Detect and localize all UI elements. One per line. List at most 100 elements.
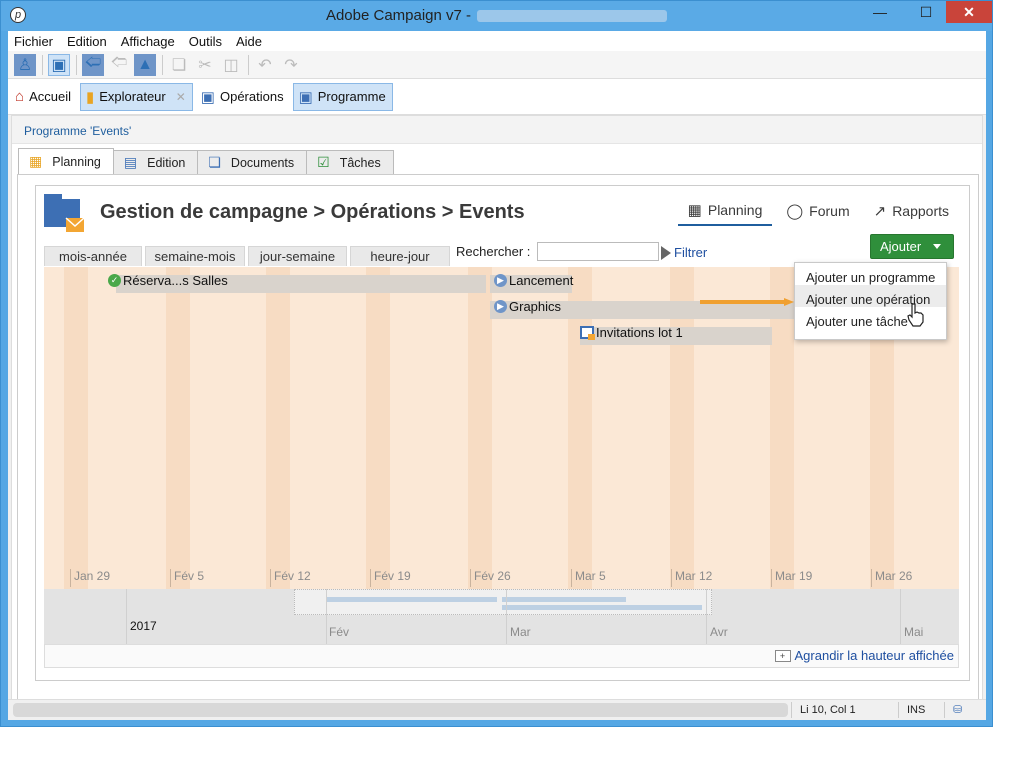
date-tick: Fév 12 [270,569,311,587]
edit-form-icon: ▤ [123,154,138,170]
view-tab-forum[interactable]: ◯ Forum [776,196,859,226]
cut-icon[interactable]: ✂ [194,54,216,76]
home-icon: ⌂ [15,88,25,105]
program-icon: ▣ [298,88,313,106]
menu-item-add-program[interactable]: Ajouter un programme [795,263,946,285]
tab-label: Documents [230,155,295,170]
operation-icon: ▣ [200,88,215,106]
timeline-divider [126,589,127,644]
tab-label: Edition [147,155,186,170]
scale-heure-jour[interactable]: heure-jour [350,246,450,266]
title-bar: p Adobe Campaign v7 - — ☐ ✕ [1,1,992,31]
toolbar-separator [162,54,163,75]
timeline-bar [327,597,497,602]
maximize-button[interactable]: ☐ [906,1,946,23]
tab-accueil[interactable]: ⌂ Accueil [10,83,77,111]
add-button[interactable]: Ajouter [870,234,954,259]
date-tick: Fév 19 [370,569,411,587]
tab-explorateur[interactable]: ▮ Explorateur ✕ [79,82,193,111]
sub-tabs: ▦ Planning ▤ Edition ❏ Documents ☑ Tâches [18,148,394,174]
weekend-stripe [166,267,190,589]
timeline-month: Mar [510,625,531,639]
tab-edition[interactable]: ▤ Edition [112,150,199,174]
upload-folder-icon[interactable]: ▲ [134,53,156,76]
menu-affichage[interactable]: Affichage [121,34,175,49]
task-invitations-lot-1[interactable]: Invitations lot 1 [580,325,683,340]
scale-jour-semaine[interactable]: jour-semaine [248,246,347,266]
tab-planning[interactable]: ▦ Planning [18,148,114,174]
menu-edition[interactable]: Edition [67,34,107,49]
calendar-icon: ▦ [29,153,43,169]
forward-arrow-icon[interactable]: 🢢 [108,54,130,76]
timeline-bar [502,605,702,610]
database-icon: ⛁ [944,702,974,718]
email-delivery-icon [580,326,595,340]
tab-programme[interactable]: ▣ Programme [292,82,393,111]
filter-link[interactable]: Filtrer [661,245,707,260]
date-tick: Mar 12 [671,569,712,587]
status-bar: Li 10, Col 1 INS ⛁ [8,699,986,720]
check-icon: ✓ [108,274,121,287]
tab-documents[interactable]: ❏ Documents [197,150,308,174]
undo-icon[interactable]: ↶ [254,54,276,76]
chart-icon: ↗ [873,203,887,220]
timeline-month: Avr [710,625,728,639]
weekend-stripe [266,267,290,589]
date-tick: Jan 29 [70,569,110,587]
scale-semaine-mois[interactable]: semaine-mois [145,246,245,266]
date-tick: Fév 26 [470,569,511,587]
timeline-divider [900,589,901,644]
task-label: Graphics [509,299,562,314]
timeline-bar [502,597,626,602]
play-icon: ▶ [494,274,507,287]
scale-mois-annee[interactable]: mois-année [44,246,142,266]
tab-label: Planning [52,154,101,169]
search-label: Rechercher : [456,244,531,259]
menu-fichier[interactable]: Fichier [14,34,53,49]
enlarge-height-link[interactable]: + Agrandir la hauteur affichée [774,648,954,663]
forum-icon: ◯ [786,203,804,220]
view-tab-rapports[interactable]: ↗ Rapports [864,196,959,226]
search-input[interactable] [537,242,659,261]
tab-label: Explorateur [99,89,166,104]
back-arrow-icon[interactable]: 🢠 [82,53,104,76]
application-tabs: ⌂ Accueil ▮ Explorateur ✕ ▣ Opérations ▣ Prog… [8,79,986,115]
copy-icon[interactable]: ❏ [168,54,190,76]
timeline-divider [506,589,507,644]
folder-icon: ▮ [85,88,95,106]
close-tab-icon[interactable]: ✕ [176,90,186,104]
folder-view-icon[interactable]: ▣ [48,53,70,76]
tab-operations[interactable]: ▣ Opérations [196,83,290,111]
task-reservation-salles[interactable]: ✓ Réserva...s Salles [108,273,228,288]
task-lancement[interactable]: ▶ Lancement [494,273,573,288]
add-button-label: Ajouter [880,239,922,254]
scale-tabs: mois-année semaine-mois jour-semaine heu… [44,246,453,266]
menu-aide[interactable]: Aide [236,34,262,49]
minimize-button[interactable]: — [860,1,900,23]
filter-arrow-icon [661,245,671,260]
view-tabs: ▦ Planning ◯ Forum ↗ Rapports [674,196,959,226]
date-tick: Mar 26 [871,569,912,587]
close-button[interactable]: ✕ [946,1,992,23]
timeline-divider [706,589,707,644]
content-area: Programme 'Events' ▦ Planning ▤ Edition ❏ D… [11,115,983,715]
blurred-server-name [477,10,668,23]
breadcrumb[interactable]: Programme 'Events' [12,116,982,144]
date-tick: Fév 5 [170,569,204,587]
annotation-arrow-icon [700,298,794,306]
timeline-visible-window[interactable] [294,589,712,615]
menu-outils[interactable]: Outils [189,34,222,49]
task-graphics[interactable]: ▶ Graphics [494,299,561,314]
connect-user-icon[interactable]: ♙ [14,53,36,76]
view-tab-planning[interactable]: ▦ Planning [677,196,773,226]
task-label: Lancement [509,273,574,288]
chevron-down-icon [933,244,941,249]
redo-icon[interactable]: ↷ [280,54,302,76]
tab-taches[interactable]: ☑ Tâches [306,150,394,174]
client-area: Fichier Edition Affichage Outils Aide ♙ … [8,31,986,720]
toolbar-separator [42,54,43,75]
date-tick: Mar 5 [571,569,606,587]
timeline-overview[interactable]: 2017 Fév Mar Avr Mai [44,589,959,644]
timeline-month: Fév [329,625,350,639]
paste-icon[interactable]: ◫ [220,54,242,76]
